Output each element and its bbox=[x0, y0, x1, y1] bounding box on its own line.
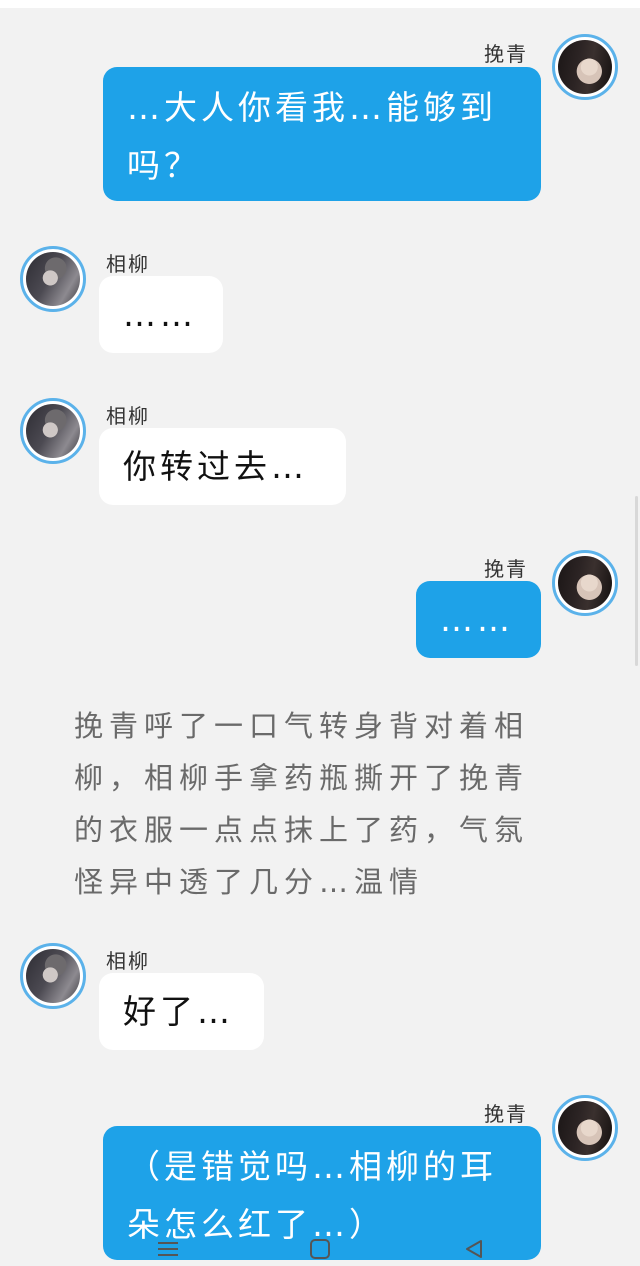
menu-icon[interactable] bbox=[148, 1232, 188, 1266]
avatar-wanqing[interactable] bbox=[552, 1095, 618, 1161]
home-square-icon[interactable] bbox=[300, 1232, 340, 1266]
scrollbar-thumb[interactable] bbox=[635, 496, 638, 666]
sender-name: 挽青 bbox=[484, 1102, 528, 1126]
message-bubble: …大人你看我…能够到吗？ bbox=[103, 67, 541, 201]
narration-text: 挽青呼了一口气转身背对着相柳，相柳手拿药瓶撕开了挽青的衣服一点点抹上了药，气氛怪… bbox=[74, 709, 530, 899]
message-bubble: …… bbox=[99, 276, 223, 353]
system-nav-bar bbox=[0, 1232, 640, 1266]
back-triangle-icon[interactable] bbox=[454, 1232, 494, 1266]
avatar-wanqing[interactable] bbox=[552, 550, 618, 616]
message-bubble: 你转过去… bbox=[99, 428, 346, 505]
avatar-xiangliu[interactable] bbox=[20, 398, 86, 464]
sender-name: 相柳 bbox=[106, 949, 150, 973]
avatar-xiangliu[interactable] bbox=[20, 246, 86, 312]
sender-name: 相柳 bbox=[106, 252, 150, 276]
avatar-wanqing[interactable] bbox=[552, 34, 618, 100]
message-bubble: …… bbox=[416, 581, 541, 658]
message-bubble: 好了… bbox=[99, 973, 264, 1050]
sender-name: 挽青 bbox=[484, 42, 528, 66]
status-bar-strip bbox=[0, 0, 640, 8]
sender-name: 相柳 bbox=[106, 404, 150, 428]
sender-name: 挽青 bbox=[484, 557, 528, 581]
avatar-xiangliu[interactable] bbox=[20, 943, 86, 1009]
